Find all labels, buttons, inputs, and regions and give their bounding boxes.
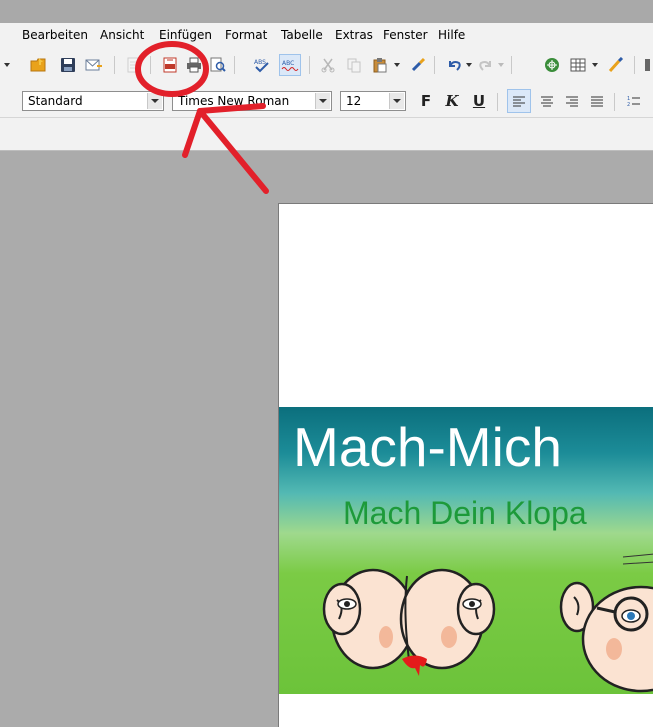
- paragraph-style-box[interactable]: Standard: [22, 91, 164, 111]
- ruler: [0, 118, 653, 151]
- chevron-down-icon[interactable]: [315, 93, 330, 109]
- menu-bar: Bearbeiten Ansicht Einfügen Format Tabel…: [0, 23, 653, 47]
- save-icon[interactable]: [58, 55, 78, 75]
- chevron-down-icon[interactable]: [147, 93, 162, 109]
- menu-ansicht[interactable]: Ansicht: [100, 28, 144, 42]
- font-size-box[interactable]: 12: [340, 91, 406, 111]
- redo-icon[interactable]: [476, 55, 496, 75]
- navigator-icon[interactable]: [542, 55, 562, 75]
- font-name-box[interactable]: Times New Roman: [172, 91, 332, 111]
- toolbar-separator: [497, 93, 498, 111]
- svg-text:ABS: ABS: [254, 59, 266, 66]
- chevron-down-icon[interactable]: [389, 93, 404, 109]
- title-bar: [0, 0, 653, 23]
- email-document-icon[interactable]: [84, 55, 104, 75]
- table-dropdown-icon[interactable]: [590, 55, 600, 75]
- menu-tabelle[interactable]: Tabelle: [281, 28, 323, 42]
- bold-button[interactable]: F: [416, 90, 436, 112]
- svg-text:ABC: ABC: [282, 60, 294, 67]
- undo-dropdown-icon[interactable]: [464, 55, 474, 75]
- paragraph-style-value: Standard: [28, 94, 83, 108]
- header-banner-image: Mach-Mich Mach Dein Klopa: [279, 407, 653, 694]
- menu-format[interactable]: Format: [225, 28, 267, 42]
- menu-einfuegen[interactable]: Einfügen: [159, 28, 212, 42]
- print-preview-icon[interactable]: [208, 55, 228, 75]
- menu-hilfe[interactable]: Hilfe: [438, 28, 465, 42]
- document-page[interactable]: Mach-Mich Mach Dein Klopa: [278, 203, 653, 727]
- italic-button[interactable]: K: [442, 90, 462, 112]
- redo-dropdown-icon[interactable]: [496, 55, 506, 75]
- paste-dropdown-icon[interactable]: [392, 55, 402, 75]
- standard-toolbar: ABS ABC: [0, 47, 653, 85]
- align-center-icon[interactable]: [537, 91, 557, 111]
- insert-table-icon[interactable]: [568, 55, 588, 75]
- cut-icon[interactable]: [318, 55, 338, 75]
- justify-icon[interactable]: [587, 91, 607, 111]
- toolbar-separator: [150, 56, 151, 74]
- print-icon[interactable]: [184, 55, 204, 75]
- toolbar-separator: [614, 93, 615, 111]
- toolbar-separator: [234, 56, 235, 74]
- banner-subtitle: Mach Dein Klopa: [343, 495, 587, 531]
- align-right-icon[interactable]: [562, 91, 582, 111]
- copy-icon[interactable]: [344, 55, 364, 75]
- paste-icon[interactable]: [370, 55, 390, 75]
- underline-button[interactable]: U: [469, 90, 489, 112]
- auto-spellcheck-icon[interactable]: ABC: [279, 54, 301, 76]
- toolbar-separator: [634, 56, 635, 74]
- menu-extras[interactable]: Extras: [335, 28, 373, 42]
- show-draw-functions-icon[interactable]: [606, 55, 626, 75]
- edit-mode-icon[interactable]: [124, 55, 144, 75]
- toolbar-separator: [309, 56, 310, 74]
- font-name-value: Times New Roman: [178, 94, 290, 108]
- clone-formatting-icon[interactable]: [408, 55, 428, 75]
- spellcheck-icon[interactable]: ABS: [252, 55, 272, 75]
- font-size-value: 12: [346, 94, 362, 108]
- cartoon-faces-illustration: [322, 553, 653, 693]
- undo-icon[interactable]: [444, 55, 464, 75]
- open-folder-icon[interactable]: [29, 55, 49, 75]
- menu-bearbeiten[interactable]: Bearbeiten: [22, 28, 88, 42]
- toolbar-separator: [434, 56, 435, 74]
- toolbar-separator: [511, 56, 512, 74]
- svg-text:2: 2: [627, 102, 630, 107]
- toolbar-separator: [114, 56, 115, 74]
- more-tools-icon[interactable]: [642, 55, 653, 75]
- banner-title: Mach-Mich: [293, 416, 562, 478]
- numbering-icon[interactable]: 12: [624, 91, 644, 111]
- dropdown-arrow-icon[interactable]: [2, 55, 12, 75]
- align-left-icon[interactable]: [507, 89, 531, 113]
- menu-fenster[interactable]: Fenster: [383, 28, 428, 42]
- export-pdf-icon[interactable]: [160, 55, 180, 75]
